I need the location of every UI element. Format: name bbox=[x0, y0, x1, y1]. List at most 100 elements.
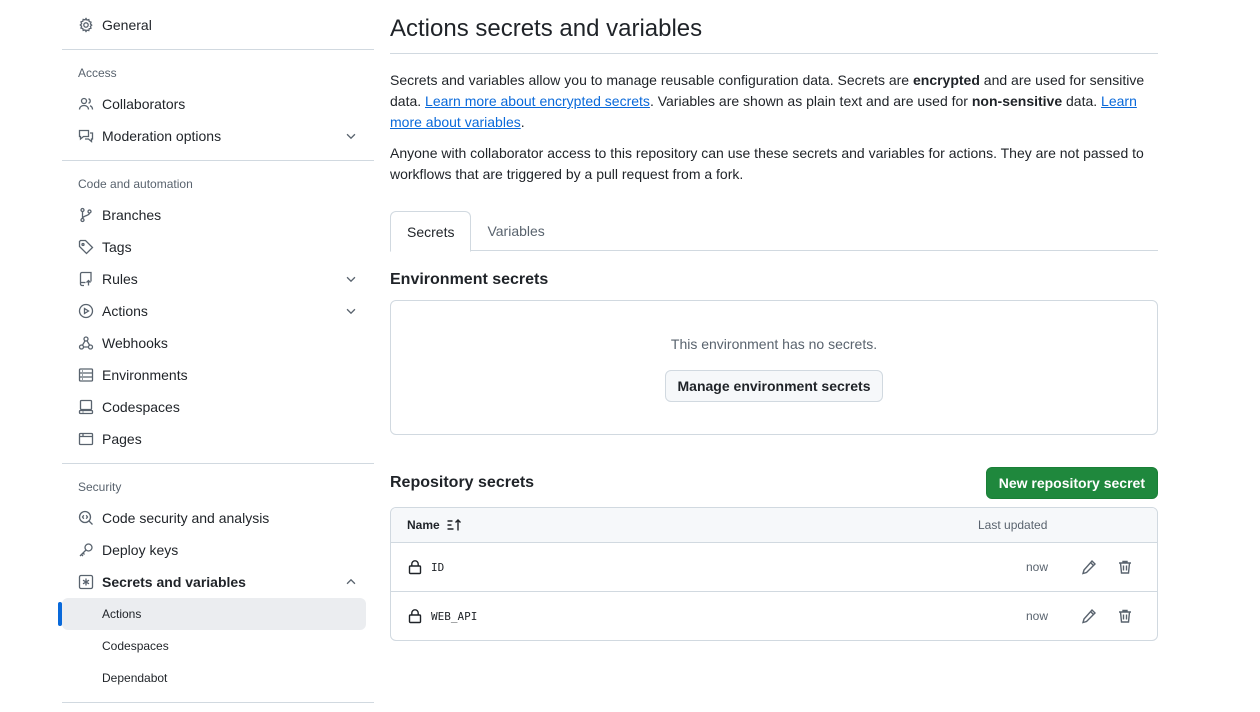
environment-secrets-heading: Environment secrets bbox=[390, 271, 549, 288]
sidebar-subitem-codespaces[interactable]: Codespaces bbox=[62, 630, 366, 662]
sidebar-subitem-label: Codespaces bbox=[102, 639, 169, 653]
desc-text: Secrets and variables allow you to manag… bbox=[390, 72, 913, 88]
settings-sidebar: General Access Collaborators Moderation … bbox=[58, 0, 374, 711]
sidebar-item-label: Collaborators bbox=[102, 96, 186, 112]
sidebar-subitem-label: Actions bbox=[102, 607, 142, 621]
pencil-icon[interactable] bbox=[1081, 608, 1097, 624]
server-icon bbox=[78, 367, 94, 383]
pencil-icon[interactable] bbox=[1081, 559, 1097, 575]
section-heading-access: Access bbox=[78, 66, 117, 80]
desc-emphasis: encrypted bbox=[912, 72, 980, 88]
sidebar-item-environments[interactable]: Environments bbox=[62, 359, 366, 391]
desc-emphasis: non-sensitive bbox=[971, 93, 1063, 109]
people-icon bbox=[78, 96, 94, 112]
tab-secrets[interactable]: Secrets bbox=[390, 211, 472, 252]
description-paragraph: Secrets and variables allow you to manag… bbox=[390, 70, 1158, 133]
divider bbox=[62, 702, 374, 703]
sidebar-item-rules[interactable]: Rules bbox=[62, 263, 366, 295]
desc-text: . Variables are shown as plain text and … bbox=[649, 93, 972, 109]
sidebar-item-tags[interactable]: Tags bbox=[62, 231, 366, 263]
sort-ascending-icon[interactable] bbox=[446, 517, 462, 533]
secret-name: WEB_API bbox=[431, 609, 478, 623]
sidebar-item-deploy-keys[interactable]: Deploy keys bbox=[62, 534, 366, 566]
manage-environment-secrets-button[interactable]: Manage environment secrets bbox=[664, 370, 884, 402]
active-indicator bbox=[58, 602, 62, 626]
sidebar-item-general[interactable]: General bbox=[62, 9, 366, 41]
tab-variables[interactable]: Variables bbox=[471, 211, 560, 251]
repository-secrets-header: Repository secrets New repository secret bbox=[390, 467, 1158, 499]
sidebar-item-codespaces[interactable]: Codespaces bbox=[62, 391, 366, 423]
sidebar-item-label: General bbox=[102, 17, 152, 33]
sidebar-item-webhooks[interactable]: Webhooks bbox=[62, 327, 366, 359]
sidebar-item-moderation[interactable]: Moderation options bbox=[62, 120, 366, 152]
gear-icon bbox=[78, 17, 94, 33]
new-repository-secret-button[interactable]: New repository secret bbox=[985, 467, 1158, 499]
chevron-up-icon[interactable] bbox=[344, 575, 358, 589]
sidebar-subitem-label: Dependabot bbox=[102, 671, 168, 685]
comment-discussion-icon bbox=[78, 128, 94, 144]
sidebar-item-label: Rules bbox=[102, 271, 138, 287]
key-icon bbox=[78, 542, 94, 558]
secret-updated: now bbox=[1026, 560, 1049, 574]
sidebar-item-label: Code security and analysis bbox=[102, 510, 270, 526]
codescan-icon bbox=[78, 510, 94, 526]
desc-text: . bbox=[520, 114, 525, 130]
sidebar-item-code-security[interactable]: Code security and analysis bbox=[62, 502, 366, 534]
empty-state-message: This environment has no secrets. bbox=[670, 336, 878, 352]
page-title: Actions secrets and variables bbox=[390, 0, 1158, 54]
column-label: Name bbox=[407, 518, 440, 532]
secrets-table: Name Last updated ID now WEB_API now bbox=[390, 507, 1158, 641]
sidebar-item-secrets-variables[interactable]: Secrets and variables bbox=[62, 566, 366, 598]
repo-push-icon bbox=[78, 271, 94, 287]
sidebar-item-label: Tags bbox=[102, 239, 132, 255]
main-content: Actions secrets and variables Secrets an… bbox=[390, 0, 1158, 641]
sidebar-item-label: Branches bbox=[102, 207, 162, 223]
sidebar-item-collaborators[interactable]: Collaborators bbox=[62, 88, 366, 120]
table-row: ID now bbox=[391, 543, 1157, 592]
lock-icon bbox=[408, 560, 422, 575]
desc-text: data. bbox=[1062, 93, 1102, 109]
chevron-down-icon[interactable] bbox=[344, 304, 358, 318]
secret-name: ID bbox=[431, 560, 445, 574]
last-updated-column-header: Last updated bbox=[978, 518, 1048, 532]
sidebar-subitem-actions[interactable]: Actions bbox=[58, 598, 366, 630]
asterisk-box-icon bbox=[78, 574, 94, 590]
codespaces-icon bbox=[78, 399, 94, 415]
trash-icon[interactable] bbox=[1117, 559, 1133, 575]
trash-icon[interactable] bbox=[1117, 608, 1133, 624]
tab-bar: Secrets Variables bbox=[390, 211, 1158, 252]
access-note: Anyone with collaborator access to this … bbox=[390, 145, 1144, 182]
sidebar-item-branches[interactable]: Branches bbox=[62, 199, 366, 231]
sidebar-item-label: Actions bbox=[102, 303, 148, 319]
table-row: WEB_API now bbox=[391, 592, 1157, 640]
secret-updated: now bbox=[1026, 609, 1049, 623]
sidebar-item-label: Codespaces bbox=[102, 399, 180, 415]
divider bbox=[62, 463, 374, 464]
sidebar-item-pages[interactable]: Pages bbox=[62, 423, 366, 455]
tag-icon bbox=[78, 239, 94, 255]
sidebar-subitem-dependabot[interactable]: Dependabot bbox=[62, 662, 366, 694]
section-heading-code: Code and automation bbox=[78, 177, 193, 191]
sidebar-item-label: Moderation options bbox=[102, 128, 222, 144]
repository-secrets-heading: Repository secrets bbox=[390, 474, 535, 491]
divider bbox=[62, 49, 374, 50]
webhook-icon bbox=[78, 335, 94, 351]
sidebar-item-label: Deploy keys bbox=[102, 542, 179, 558]
sidebar-item-actions[interactable]: Actions bbox=[62, 295, 366, 327]
chevron-down-icon[interactable] bbox=[344, 129, 358, 143]
section-heading-security: Security bbox=[78, 480, 122, 494]
divider bbox=[62, 160, 374, 161]
table-header: Name Last updated bbox=[391, 508, 1157, 543]
sidebar-item-label: Environments bbox=[102, 367, 188, 383]
play-icon bbox=[78, 303, 94, 319]
environment-secrets-empty-state: This environment has no secrets. Manage … bbox=[390, 300, 1158, 435]
sidebar-item-label: Pages bbox=[102, 431, 142, 447]
sidebar-item-label: Webhooks bbox=[102, 335, 168, 351]
git-branch-icon bbox=[78, 207, 94, 223]
browser-icon bbox=[78, 431, 94, 447]
chevron-down-icon[interactable] bbox=[344, 272, 358, 286]
name-column-header[interactable]: Name bbox=[391, 517, 462, 533]
sidebar-item-label: Secrets and variables bbox=[102, 574, 246, 590]
learn-more-secrets-link[interactable]: Learn more about encrypted secrets bbox=[425, 93, 650, 109]
lock-icon bbox=[408, 609, 422, 624]
